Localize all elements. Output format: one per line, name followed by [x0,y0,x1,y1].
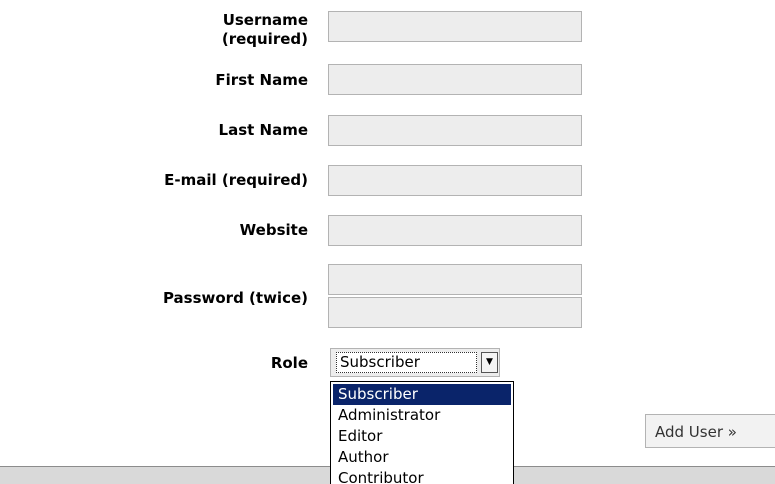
role-option-administrator[interactable]: Administrator [331,405,513,426]
email-input[interactable] [328,165,582,196]
chevron-down-icon[interactable]: ▼ [481,352,498,373]
last-name-label: Last Name [218,121,308,139]
role-option-contributor[interactable]: Contributor [331,468,513,484]
username-label: Username (required) [222,11,308,49]
role-option-editor[interactable]: Editor [331,426,513,447]
add-user-button[interactable]: Add User » [645,414,775,448]
email-label: E-mail (required) [164,171,308,189]
role-label: Role [270,354,308,372]
username-label-line1: Username [222,11,308,29]
website-label: Website [239,221,308,239]
first-name-input[interactable] [328,64,582,95]
username-label-line2: (required) [221,30,308,48]
role-select[interactable]: Subscriber ▼ [330,348,500,377]
password-label: Password (twice) [162,289,308,307]
role-selected-value: Subscriber [336,352,477,373]
role-dropdown-list: Subscriber Administrator Editor Author C… [330,381,514,484]
username-input[interactable] [328,11,582,42]
first-name-label: First Name [215,71,308,89]
role-option-author[interactable]: Author [331,447,513,468]
last-name-input[interactable] [328,115,582,146]
password-confirm-input[interactable] [328,297,582,328]
role-option-subscriber[interactable]: Subscriber [333,384,511,405]
password-input[interactable] [328,264,582,295]
website-input[interactable] [328,215,582,246]
